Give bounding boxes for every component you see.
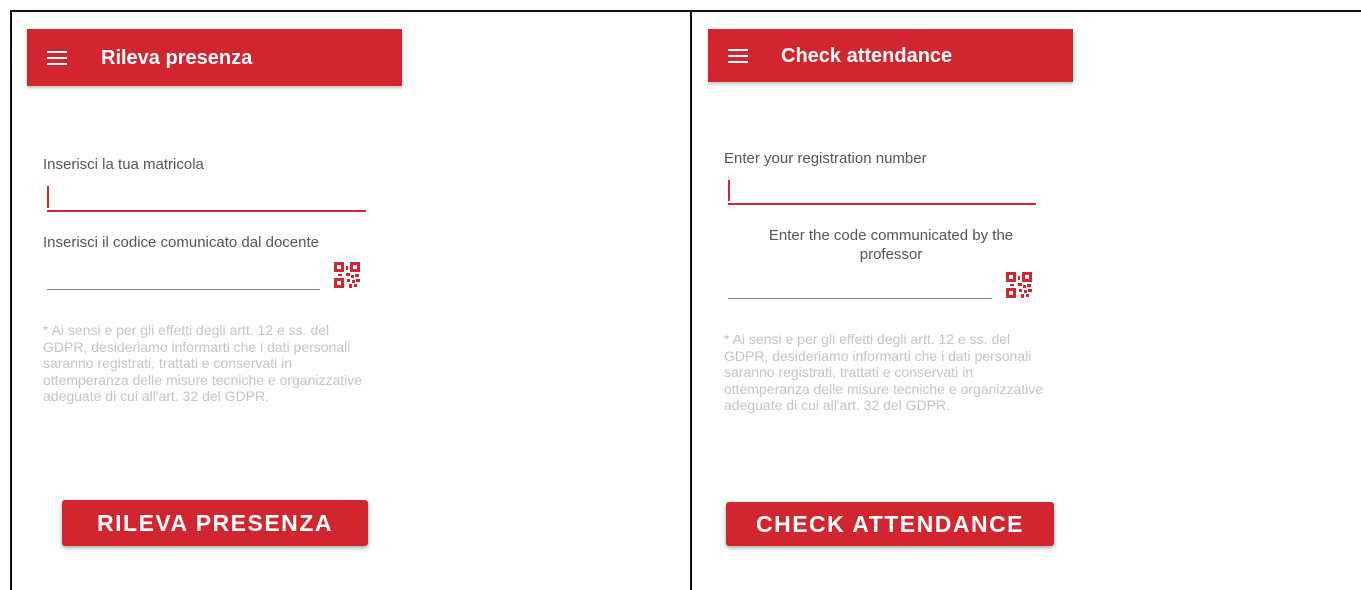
qr-code-icon[interactable] (334, 262, 360, 288)
right-registration-input[interactable] (728, 180, 1036, 205)
qr-code-icon[interactable] (1006, 272, 1032, 298)
rileva-presenza-button[interactable]: RILEVA PRESENZA (62, 500, 368, 546)
frame-left-border (10, 10, 12, 590)
right-text-cursor (728, 180, 730, 201)
right-app-bar: Check attendance (708, 29, 1073, 82)
left-app-bar: Rileva presenza (27, 29, 402, 86)
left-gdpr-disclaimer: * Ai sensi e per gli effetti degli artt.… (43, 322, 363, 405)
left-registration-input[interactable] (47, 186, 366, 212)
right-app-bar-title: Check attendance (781, 45, 953, 67)
left-app-bar-title: Rileva presenza (101, 47, 253, 69)
right-code-input[interactable] (728, 275, 992, 299)
left-code-input[interactable] (47, 266, 320, 290)
hamburger-menu-icon[interactable] (47, 51, 67, 65)
right-code-label: Enter the code communicated by the profe… (768, 227, 1014, 263)
check-attendance-button[interactable]: CHECK ATTENDANCE (726, 502, 1054, 546)
right-registration-label: Enter your registration number (724, 150, 927, 167)
frame-top-border (10, 10, 1361, 12)
left-text-cursor (47, 186, 49, 208)
hamburger-menu-icon[interactable] (728, 49, 748, 63)
left-registration-label: Inserisci la tua matricola (43, 156, 204, 173)
frame-divider (690, 10, 692, 590)
right-gdpr-disclaimer: * Ai sensi e per gli effetti degli artt.… (724, 331, 1044, 414)
left-code-label: Inserisci il codice comunicato dal docen… (43, 234, 319, 251)
